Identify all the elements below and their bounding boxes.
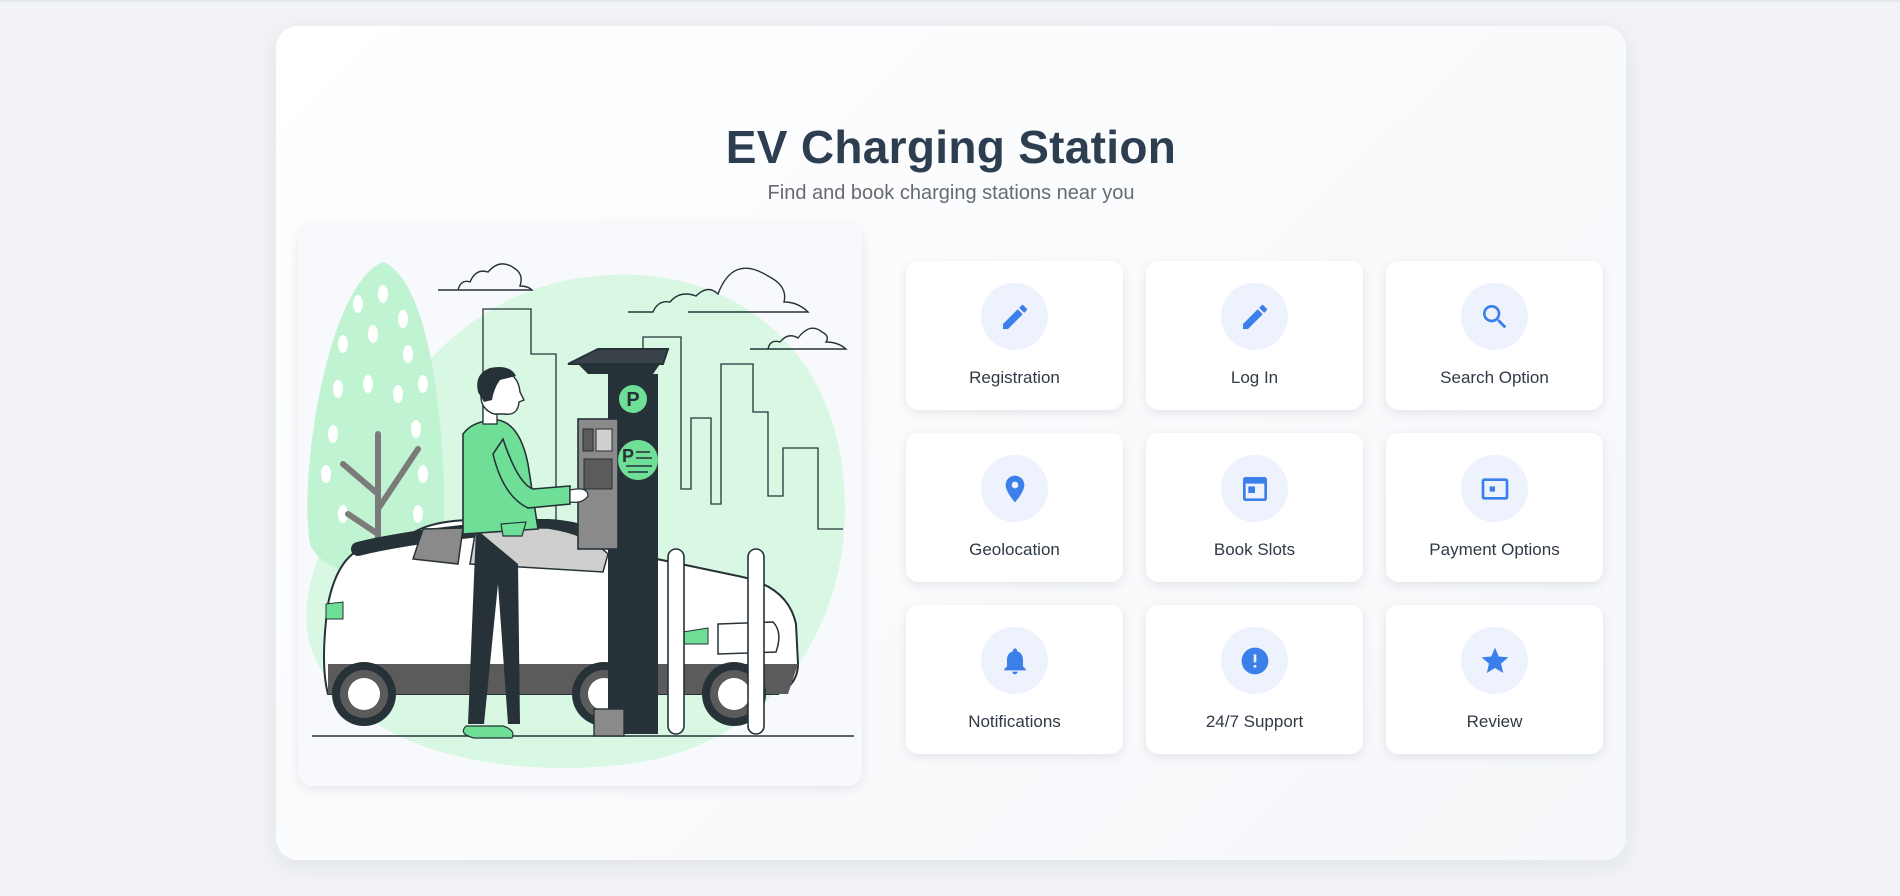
page-title: EV Charging Station (725, 121, 1177, 173)
feature-tile-registration[interactable]: Registration (906, 261, 1123, 410)
feature-label: Log In (1230, 368, 1279, 387)
parking-sign-letter: P (626, 389, 639, 411)
pencil-icon (981, 283, 1048, 350)
parking-meter-letter: P (622, 446, 634, 466)
feature-label: Geolocation (969, 540, 1060, 559)
feature-tile-payment-options[interactable]: Payment Options (1386, 433, 1603, 582)
feature-tile-log-in[interactable]: Log In (1146, 261, 1363, 410)
feature-tile-geolocation[interactable]: Geolocation (906, 433, 1123, 582)
feature-label: Notifications (968, 712, 1061, 731)
ev-charging-illustration: P P (298, 224, 862, 786)
feature-label: Book Slots (1213, 540, 1296, 559)
card-icon (1461, 455, 1528, 522)
feature-tile-search-option[interactable]: Search Option (1386, 261, 1603, 410)
feature-label: Registration (969, 368, 1060, 387)
feature-label: Search Option (1440, 368, 1549, 387)
main-card: EV Charging Station Find and book chargi… (276, 26, 1626, 860)
alert-icon (1221, 627, 1288, 694)
pencil-icon (1221, 283, 1288, 350)
top-border (0, 0, 1900, 2)
feature-tile-24-7-support[interactable]: 24/7 Support (1146, 605, 1363, 754)
calendar-icon (1221, 455, 1288, 522)
search-icon (1461, 283, 1528, 350)
feature-tile-notifications[interactable]: Notifications (906, 605, 1123, 754)
person-at-charger-illustration: P P (306, 262, 854, 769)
bell-icon (981, 627, 1048, 694)
feature-tile-book-slots[interactable]: Book Slots (1146, 433, 1363, 582)
feature-label: Payment Options (1429, 540, 1560, 559)
page-subtitle: Find and book charging stations near you (767, 182, 1135, 204)
feature-grid: Registration Log In Search Option Geoloc… (906, 261, 1603, 757)
star-icon (1461, 627, 1528, 694)
location-pin-icon (981, 455, 1048, 522)
feature-label: Review (1466, 712, 1523, 731)
feature-label: 24/7 Support (1205, 712, 1304, 731)
feature-tile-review[interactable]: Review (1386, 605, 1603, 754)
